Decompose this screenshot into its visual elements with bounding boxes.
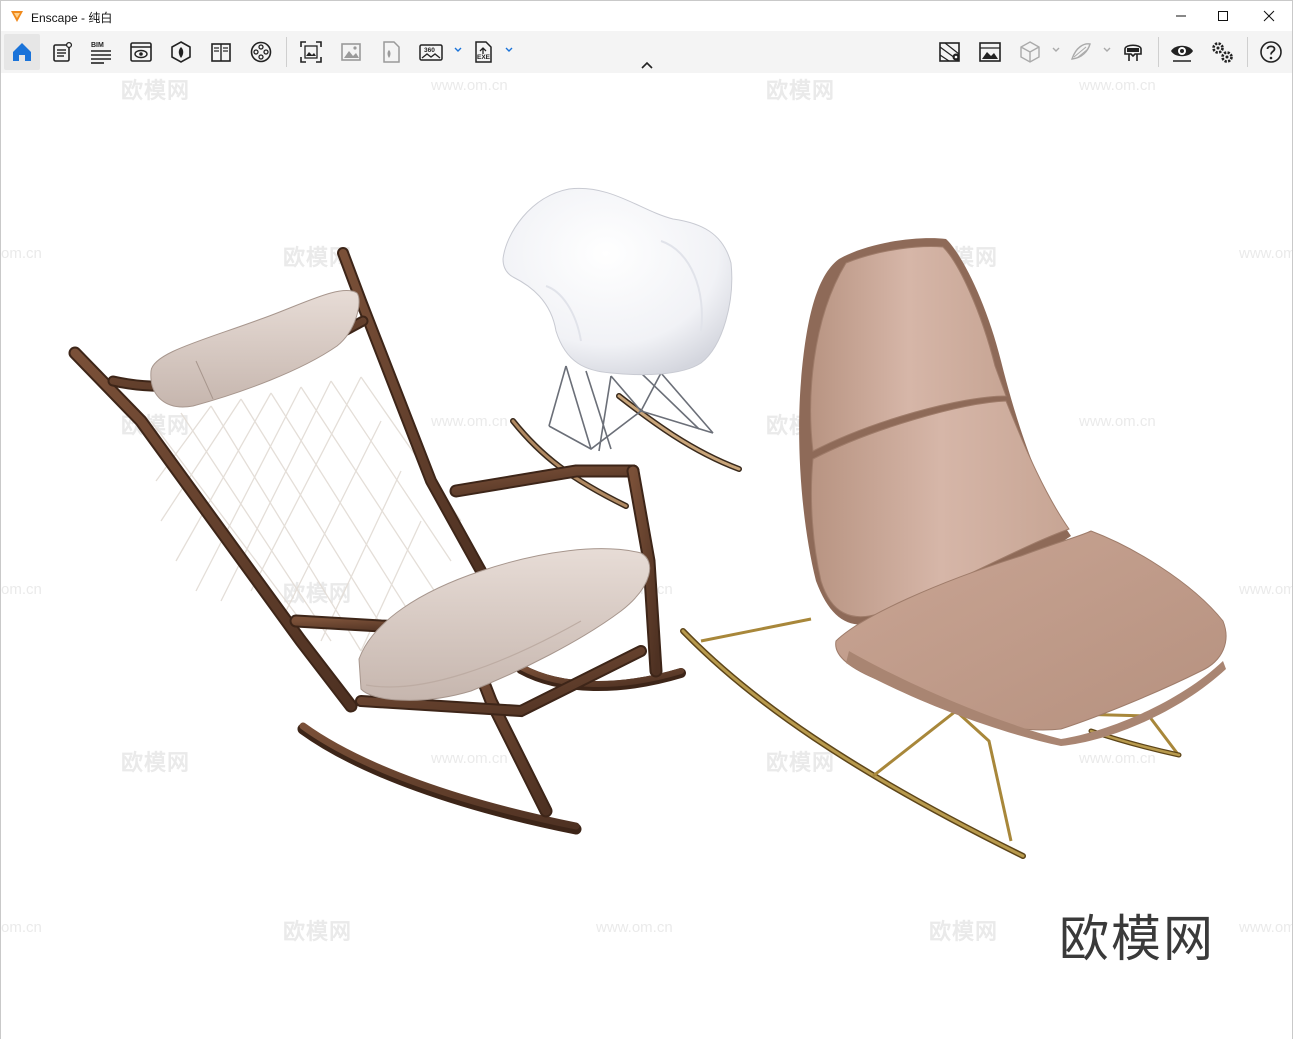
render-viewport[interactable]: 欧模网 www.om.cn 欧模网 www.om.cn om.cn 欧模网 ww… bbox=[1, 73, 1292, 1039]
cube-button[interactable] bbox=[1012, 34, 1048, 70]
sketch-mode-button[interactable] bbox=[1063, 34, 1099, 70]
maximize-button[interactable] bbox=[1200, 1, 1246, 31]
chevron-down-icon[interactable] bbox=[1051, 45, 1061, 55]
screenshot-button[interactable] bbox=[293, 34, 329, 70]
toolbar-separator bbox=[1247, 37, 1248, 67]
exe-export-button[interactable]: EXE bbox=[465, 34, 501, 70]
pink-leather-rocking-chair bbox=[680, 238, 1227, 859]
vr-headset-button[interactable] bbox=[1115, 34, 1151, 70]
chevron-down-icon[interactable] bbox=[504, 45, 514, 55]
cube-icon bbox=[1020, 41, 1040, 63]
exe-export-icon: EXE bbox=[475, 41, 492, 63]
360-label: 360 bbox=[424, 47, 435, 54]
window-title: Enscape - 纯白 bbox=[31, 11, 113, 25]
bim-label: BIM bbox=[91, 42, 104, 49]
map-icon bbox=[939, 42, 960, 62]
home-button[interactable] bbox=[4, 34, 40, 70]
enscape-logo-icon bbox=[11, 11, 23, 22]
chevron-down-icon[interactable] bbox=[1102, 45, 1112, 55]
eye-icon bbox=[1171, 45, 1193, 62]
batch-render-button[interactable] bbox=[333, 34, 369, 70]
360-icon: 360 bbox=[419, 44, 443, 61]
title-bar[interactable]: Enscape - 纯白 bbox=[1, 1, 1292, 31]
toolbar-separator bbox=[286, 37, 287, 67]
exe-label: EXE bbox=[477, 54, 491, 61]
home-icon bbox=[13, 43, 31, 61]
toolbar-separator bbox=[1158, 37, 1159, 67]
vr-headset-icon bbox=[1124, 44, 1142, 61]
help-button[interactable] bbox=[1253, 34, 1289, 70]
book-icon bbox=[211, 43, 231, 62]
help-icon bbox=[1260, 41, 1282, 63]
sketch-icon bbox=[1070, 43, 1091, 60]
enscape-window: Enscape - 纯白 BIM 360 EXE 欧模网 www.om.cn 欧… bbox=[0, 0, 1293, 1039]
video-icon bbox=[250, 41, 272, 63]
view-management-button[interactable] bbox=[123, 34, 159, 70]
asset-library-icon bbox=[53, 41, 73, 62]
batch-render-icon bbox=[341, 43, 361, 61]
minimize-button[interactable] bbox=[1158, 1, 1204, 31]
render-file-button[interactable] bbox=[373, 34, 409, 70]
close-icon bbox=[1263, 10, 1275, 22]
visual-settings-button[interactable] bbox=[972, 34, 1008, 70]
chair-scene bbox=[68, 187, 1227, 859]
panorama-icon bbox=[383, 41, 400, 63]
maximize-icon bbox=[1218, 11, 1228, 21]
site-context-button[interactable] bbox=[203, 34, 239, 70]
visual-settings-icon bbox=[979, 42, 1001, 62]
panorama-360-button[interactable]: 360 bbox=[413, 34, 449, 70]
settings-icon bbox=[1212, 42, 1233, 63]
chevron-up-icon[interactable] bbox=[639, 59, 655, 71]
video-editor-button[interactable] bbox=[243, 34, 279, 70]
chevron-down-icon[interactable] bbox=[453, 45, 463, 55]
material-icon bbox=[171, 41, 191, 63]
close-button[interactable] bbox=[1246, 1, 1292, 31]
bim-button[interactable]: BIM bbox=[83, 34, 119, 70]
map-button[interactable] bbox=[932, 34, 968, 70]
bim-icon: BIM bbox=[91, 42, 111, 64]
eye-button[interactable] bbox=[1164, 34, 1200, 70]
material-editor-button[interactable] bbox=[163, 34, 199, 70]
view-icon bbox=[130, 42, 152, 62]
settings-button[interactable] bbox=[1204, 34, 1240, 70]
white-rocking-chair bbox=[502, 187, 742, 509]
minimize-icon bbox=[1176, 15, 1186, 17]
asset-library-button[interactable] bbox=[44, 34, 80, 70]
screenshot-icon bbox=[300, 41, 322, 63]
